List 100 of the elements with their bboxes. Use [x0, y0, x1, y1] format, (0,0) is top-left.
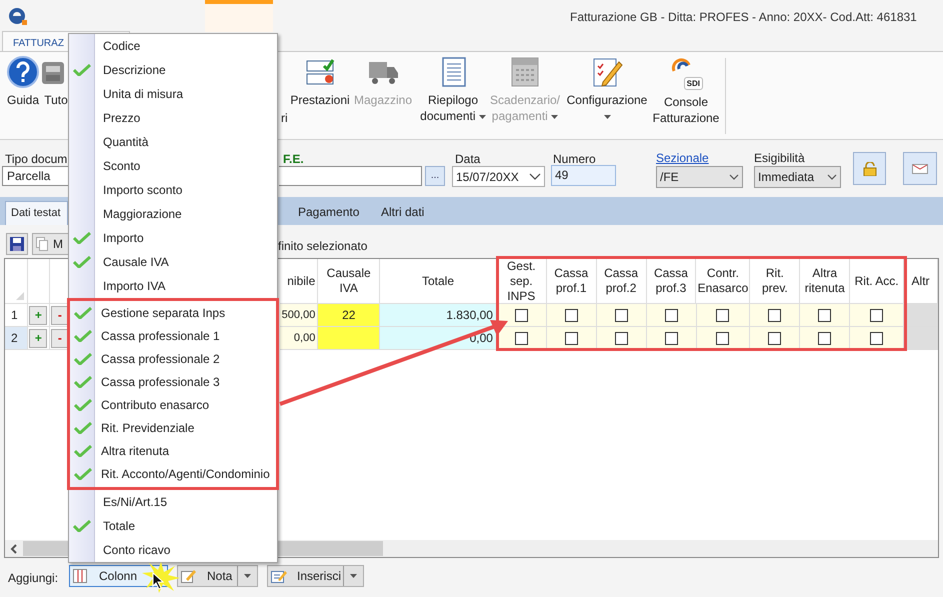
mouse-cursor-icon [152, 572, 164, 590]
lock-button[interactable] [853, 152, 886, 185]
browse-button[interactable]: ... [425, 166, 445, 186]
vat-code-cell[interactable]: 22 [318, 304, 380, 327]
menu-item[interactable]: Descrizione [69, 58, 277, 82]
menu-item[interactable]: Totale [69, 514, 277, 538]
tab[interactable]: Altri dati [371, 201, 434, 225]
add-row-button[interactable]: + [29, 306, 48, 324]
total-cell[interactable]: 1.830,00 [380, 304, 497, 327]
padlock-icon [862, 162, 876, 176]
sezionale-link[interactable]: Sezionale [656, 149, 709, 167]
menu-item[interactable]: Es/Ni/Art.15 [69, 490, 277, 514]
dropdown-caret-icon [604, 114, 610, 119]
sdi-badge: SDI [684, 77, 703, 90]
esigibilita-dropdown[interactable]: Immediata [754, 166, 841, 188]
add-label: Aggiungi: [8, 570, 58, 587]
menu-item[interactable]: Causale IVA [69, 250, 277, 274]
context-tab-highlight [205, 0, 273, 32]
ribbon-button[interactable]: SDI Console Fatturazione [652, 56, 720, 126]
add-row-button[interactable]: + [29, 328, 48, 348]
chevron-down-icon [529, 173, 541, 180]
vat-code-cell[interactable] [318, 327, 380, 350]
field-label: Esigibilità [754, 150, 805, 167]
scroll-left-icon [10, 544, 18, 554]
menu-item[interactable]: Cassa professionale 1 [70, 324, 276, 347]
menu-item[interactable]: Cassa professionale 2 [70, 347, 276, 370]
ribbon-button[interactable]: Guida [4, 56, 42, 108]
checkbox[interactable] [768, 332, 782, 344]
ribbon-button[interactable]: Tuto [43, 56, 69, 108]
checkbox[interactable] [716, 332, 730, 344]
chevron-down-icon [827, 174, 837, 180]
dropdown-caret-icon [551, 114, 558, 119]
tab[interactable]: Dati testat [5, 201, 68, 225]
ribbon-button[interactable]: Configurazione [565, 56, 649, 124]
copy-icon [36, 237, 48, 251]
save-button[interactable] [6, 233, 28, 255]
menu-item[interactable]: Contributo enasarco [70, 393, 276, 416]
menu-item[interactable]: Conto ricavo [69, 538, 277, 562]
envelope-icon [912, 164, 928, 174]
dropdown-caret-icon [244, 574, 251, 578]
calendar-icon [509, 56, 541, 88]
menu-item[interactable]: Importo sconto [69, 178, 277, 202]
pencil-icon [271, 569, 287, 583]
logo-arc-icon [671, 57, 691, 73]
menu-item[interactable]: Altra ritenuta [70, 439, 276, 462]
checkbox[interactable] [564, 308, 578, 322]
edit-icon [591, 56, 623, 88]
chevron-down-icon [729, 174, 739, 180]
ribbon-button[interactable]: Prestazioni [289, 56, 351, 108]
menu-item[interactable]: Rit. Acconto/Agenti/Condominio [70, 462, 276, 485]
checkbox[interactable] [564, 332, 578, 344]
menu-item[interactable]: Importo [69, 226, 277, 250]
checkbox[interactable] [614, 308, 628, 322]
pencil-icon [181, 569, 197, 583]
field-label: Data [455, 151, 480, 168]
checkbox[interactable] [716, 308, 730, 322]
number-field[interactable]: 49 [551, 165, 616, 186]
checkbox[interactable] [514, 332, 528, 344]
checkbox[interactable] [664, 332, 678, 344]
menu-item[interactable]: Unita di misura [69, 82, 277, 106]
ribbon-button-label[interactable]: ri [281, 110, 288, 126]
note-button[interactable]: Nota [177, 565, 258, 587]
checkbox[interactable] [768, 308, 782, 322]
menu-item[interactable]: Importo IVA [69, 274, 277, 298]
amount-cell[interactable]: 0,00 [280, 327, 318, 350]
menu-item[interactable]: Quantità [69, 130, 277, 154]
window-title: Fatturazione GB - Ditta: PROFES - Anno: 20XX- Cod.Att: 461831 [570, 9, 917, 26]
amount-cell[interactable]: 500,00 [280, 304, 318, 327]
date-picker[interactable]: 15/07/20XX [452, 166, 545, 187]
menu-item[interactable]: Maggiorazione [69, 202, 277, 226]
menu-item[interactable]: Prezzo [69, 106, 277, 130]
mail-button[interactable] [903, 152, 937, 185]
field-label: F.E. [283, 151, 304, 168]
menu-item[interactable]: Sconto [69, 154, 277, 178]
document-type-field[interactable]: Parcella [2, 166, 68, 186]
checkbox[interactable] [818, 332, 832, 344]
help-icon [7, 56, 39, 88]
checkbox[interactable] [870, 332, 884, 344]
sort-corner-icon [16, 292, 24, 300]
remove-row-button[interactable]: - [50, 328, 69, 348]
row-number: 1 [5, 304, 28, 327]
sezionale-dropdown[interactable]: /FE [656, 166, 743, 188]
checkbox[interactable] [664, 308, 678, 322]
checkbox[interactable] [614, 332, 628, 344]
table-icon [73, 569, 89, 583]
checkbox[interactable] [818, 308, 832, 322]
menu-item[interactable]: Cassa professionale 3 [70, 370, 276, 393]
app-logo-icon [7, 6, 29, 26]
field-label: Numero [553, 151, 596, 168]
text-field[interactable] [279, 166, 422, 186]
ribbon-button[interactable]: Riepilogo documenti [419, 56, 487, 124]
checkbox[interactable] [870, 308, 884, 322]
menu-item[interactable]: Rit. Previdenziale [70, 416, 276, 439]
insert-button[interactable]: Inserisci [267, 565, 364, 587]
copy-button[interactable]: M [32, 233, 68, 255]
checkbox[interactable] [514, 308, 528, 322]
remove-row-button[interactable]: - [50, 306, 69, 324]
menu-item[interactable]: Gestione separata Inps [70, 301, 276, 324]
row-number: 2 [5, 327, 28, 350]
tab[interactable]: Pagamento [288, 201, 370, 225]
